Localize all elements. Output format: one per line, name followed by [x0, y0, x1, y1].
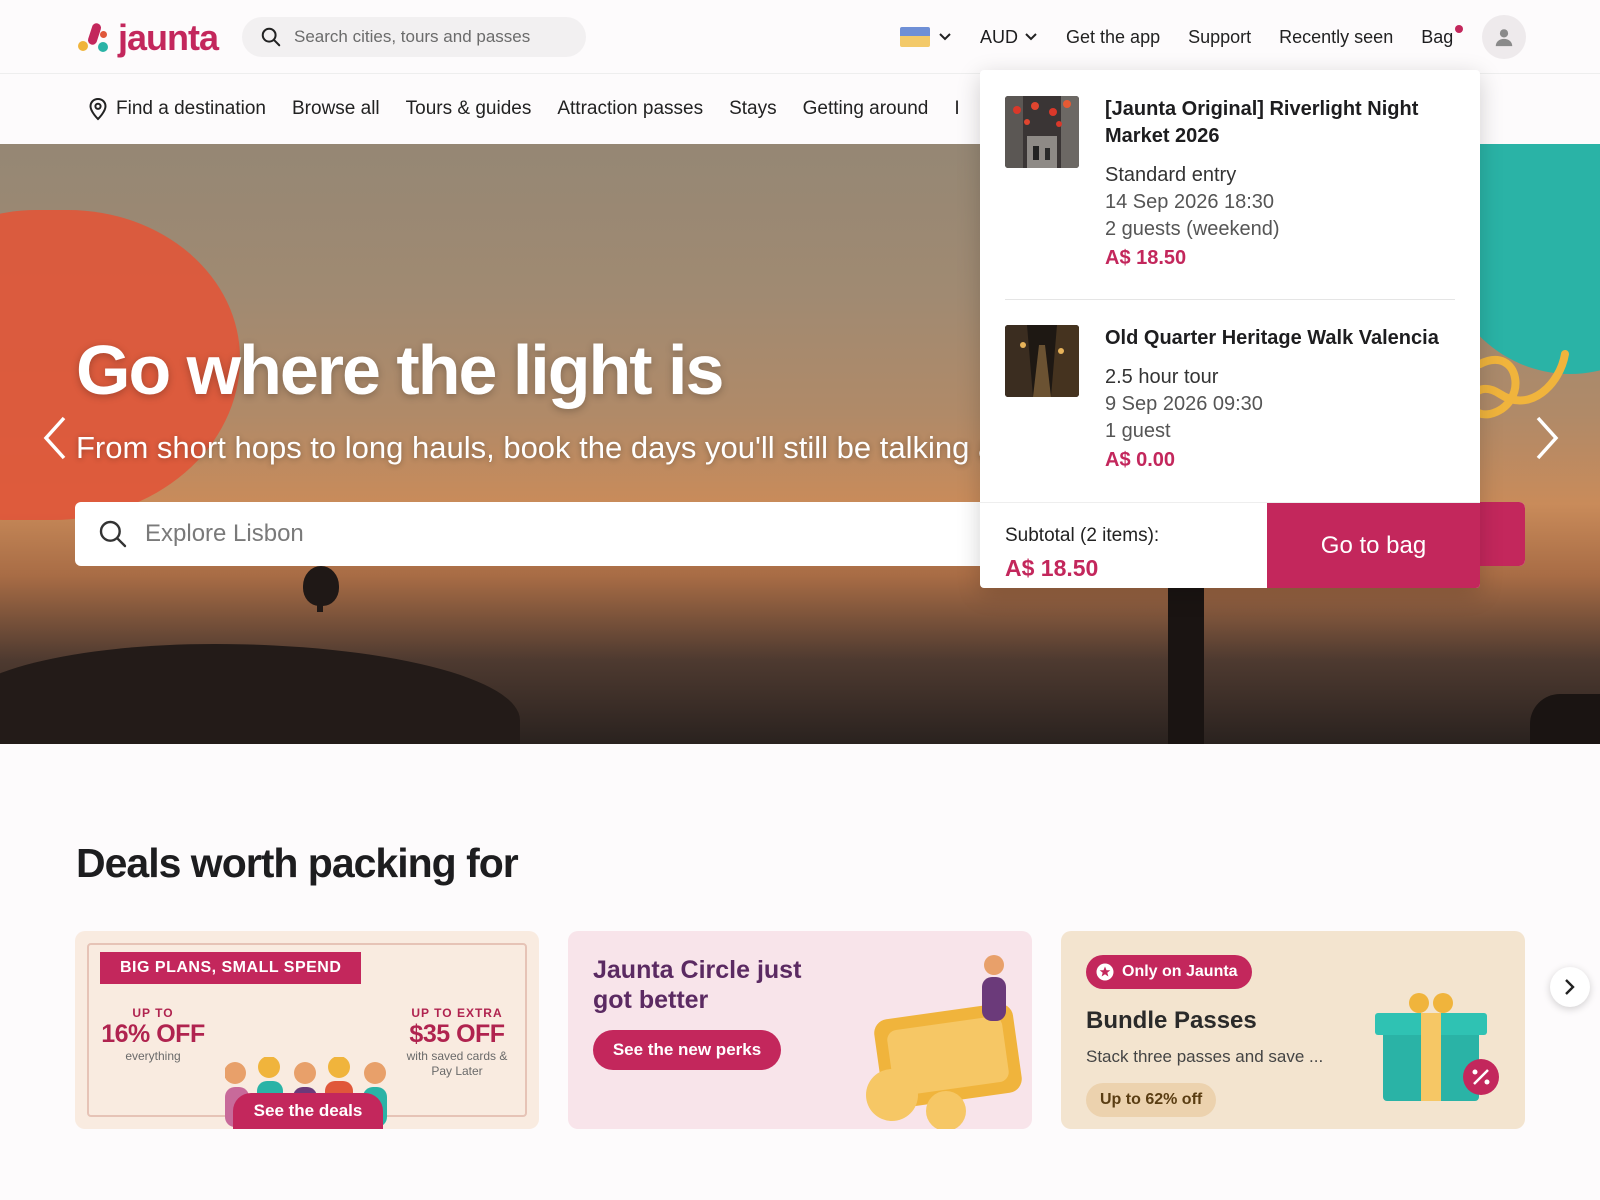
- get-app-link[interactable]: Get the app: [1066, 27, 1160, 48]
- bag-item-price: A$ 18.50: [1105, 247, 1187, 269]
- currency-label: AUD: [980, 26, 1019, 47]
- card-title: Bundle Passes: [1086, 1007, 1257, 1034]
- chevron-left-icon[interactable]: [40, 416, 70, 460]
- nav-browse-all[interactable]: Browse all: [292, 98, 380, 120]
- bag-link[interactable]: Bag: [1421, 24, 1464, 48]
- deal-tag: Only on Jaunta: [1086, 955, 1252, 989]
- discount-small-label: UP TO EXTRA: [411, 1006, 503, 1020]
- jaunta-logo[interactable]: jaunta: [76, 17, 219, 58]
- card-title: Jaunta Circle just got better: [593, 956, 802, 1014]
- subtotal-label: Subtotal (2 items):: [1005, 525, 1160, 546]
- bag-item-price: A$ 0.00: [1105, 449, 1176, 471]
- bag-item-date: 14 Sep 2026 18:30: [1105, 191, 1275, 213]
- bag-item-date: 9 Sep 2026 09:30: [1105, 393, 1263, 415]
- hero-title: Go where the light is: [76, 331, 724, 409]
- deal-card-jaunta-circle[interactable]: Jaunta Circle just got better See the ne…: [568, 931, 1032, 1129]
- go-to-bag-button[interactable]: Go to bag: [1267, 503, 1480, 588]
- discount-saved-cards: UP TO EXTRA $35 OFF with saved cards & P…: [397, 1006, 517, 1079]
- bag-item-guests: 2 guests (weekend): [1105, 218, 1280, 240]
- star-badge-icon: [1096, 963, 1114, 981]
- logo-mark-icon: [76, 21, 110, 55]
- chevron-down-icon: [1025, 33, 1037, 41]
- top-header: jaunta AUD Get the app Support Recently …: [0, 0, 1600, 74]
- nav-tours-guides[interactable]: Tours & guides: [406, 98, 532, 120]
- bag-item-thumbnail: [1005, 325, 1079, 397]
- recently-seen-link[interactable]: Recently seen: [1279, 27, 1393, 48]
- bag-item-title[interactable]: Old Quarter Heritage Walk Valencia: [1105, 325, 1455, 352]
- header-search-bar[interactable]: [242, 17, 586, 57]
- deals-next-button[interactable]: [1550, 967, 1590, 1007]
- bag-item-option: 2.5 hour tour: [1105, 366, 1219, 388]
- see-deals-button[interactable]: See the deals: [233, 1093, 383, 1129]
- card-subtitle: Stack three passes and save ...: [1086, 1047, 1324, 1066]
- discount-pill: Up to 62% off: [1086, 1083, 1217, 1117]
- find-destination-link[interactable]: Find a destination: [88, 97, 266, 121]
- subtotal-value: A$ 18.50: [1005, 555, 1099, 581]
- currency-selector[interactable]: AUD: [980, 27, 1038, 48]
- balloon-basket: [317, 602, 323, 612]
- chevron-right-icon: [1565, 979, 1575, 995]
- bag-notification-dot: [1455, 24, 1464, 33]
- bag-footer: Subtotal (2 items): A$ 18.50 Go to bag: [980, 502, 1480, 588]
- deal-card-big-plans[interactable]: BIG PLANS, SMALL SPEND UP TO 16% OFF eve…: [75, 931, 539, 1129]
- deal-card-bundle-passes[interactable]: Only on Jaunta Bundle Passes Stack three…: [1061, 931, 1525, 1129]
- discount-big-value: 16% OFF: [101, 1020, 205, 1048]
- bag-item-details: Old Quarter Heritage Walk Valencia 2.5 h…: [1105, 325, 1455, 475]
- discount-small-label: UP TO: [132, 1006, 174, 1020]
- hero-search-input[interactable]: [145, 520, 1045, 548]
- bag-dropdown: [Jaunta Original] Riverlight Night Marke…: [980, 70, 1480, 588]
- chevron-down-icon: [939, 33, 951, 41]
- deal-tag: BIG PLANS, SMALL SPEND: [100, 952, 362, 984]
- hill-silhouette: [0, 644, 520, 744]
- header-nav: AUD Get the app Support Recently seen Ba…: [900, 22, 1481, 52]
- hero-subtitle: From short hops to long hauls, book the …: [76, 430, 996, 465]
- account-avatar-button[interactable]: [1482, 15, 1526, 59]
- discount-note: with saved cards & Pay Later: [406, 1049, 508, 1078]
- user-icon: [1495, 29, 1513, 47]
- bag-item-option: Standard entry: [1105, 164, 1237, 186]
- nav-attraction-passes[interactable]: Attraction passes: [557, 98, 703, 120]
- roof-silhouette: [1530, 694, 1600, 744]
- deals-section-title: Deals worth packing for: [76, 840, 519, 886]
- deal-tag-label: Only on Jaunta: [1122, 963, 1238, 980]
- support-link[interactable]: Support: [1188, 27, 1251, 48]
- bag-item-thumbnail: [1005, 96, 1079, 168]
- search-icon: [99, 520, 127, 548]
- nav-stays[interactable]: Stays: [729, 98, 777, 120]
- logo-wordmark: jaunta: [118, 17, 219, 58]
- see-new-perks-button[interactable]: See the new perks: [593, 1030, 781, 1070]
- flag-icon: [900, 27, 930, 47]
- chevron-right-icon[interactable]: [1532, 416, 1562, 460]
- find-destination-label: Find a destination: [116, 98, 266, 119]
- perks-card-illustration: [866, 955, 1022, 1129]
- discount-big-value: $35 OFF: [409, 1020, 505, 1048]
- discount-note: everything: [125, 1049, 181, 1063]
- bag-item-guests: 1 guest: [1105, 420, 1171, 442]
- nav-truncated-item[interactable]: I: [954, 98, 959, 120]
- gift-box-illustration: [1375, 993, 1499, 1101]
- divider: [1005, 299, 1455, 300]
- nav-getting-around[interactable]: Getting around: [803, 98, 929, 120]
- language-selector[interactable]: [900, 27, 952, 47]
- tower-silhouette: [1168, 568, 1204, 744]
- discount-everything: UP TO 16% OFF everything: [97, 1006, 209, 1064]
- bag-label: Bag: [1421, 26, 1454, 47]
- header-search-input[interactable]: [294, 27, 574, 47]
- bag-item-details: [Jaunta Original] Riverlight Night Marke…: [1105, 96, 1455, 273]
- hot-air-balloon-image: [303, 566, 339, 606]
- bag-item-title[interactable]: [Jaunta Original] Riverlight Night Marke…: [1105, 96, 1455, 150]
- search-icon: [261, 27, 281, 47]
- location-pin-icon: [89, 97, 107, 121]
